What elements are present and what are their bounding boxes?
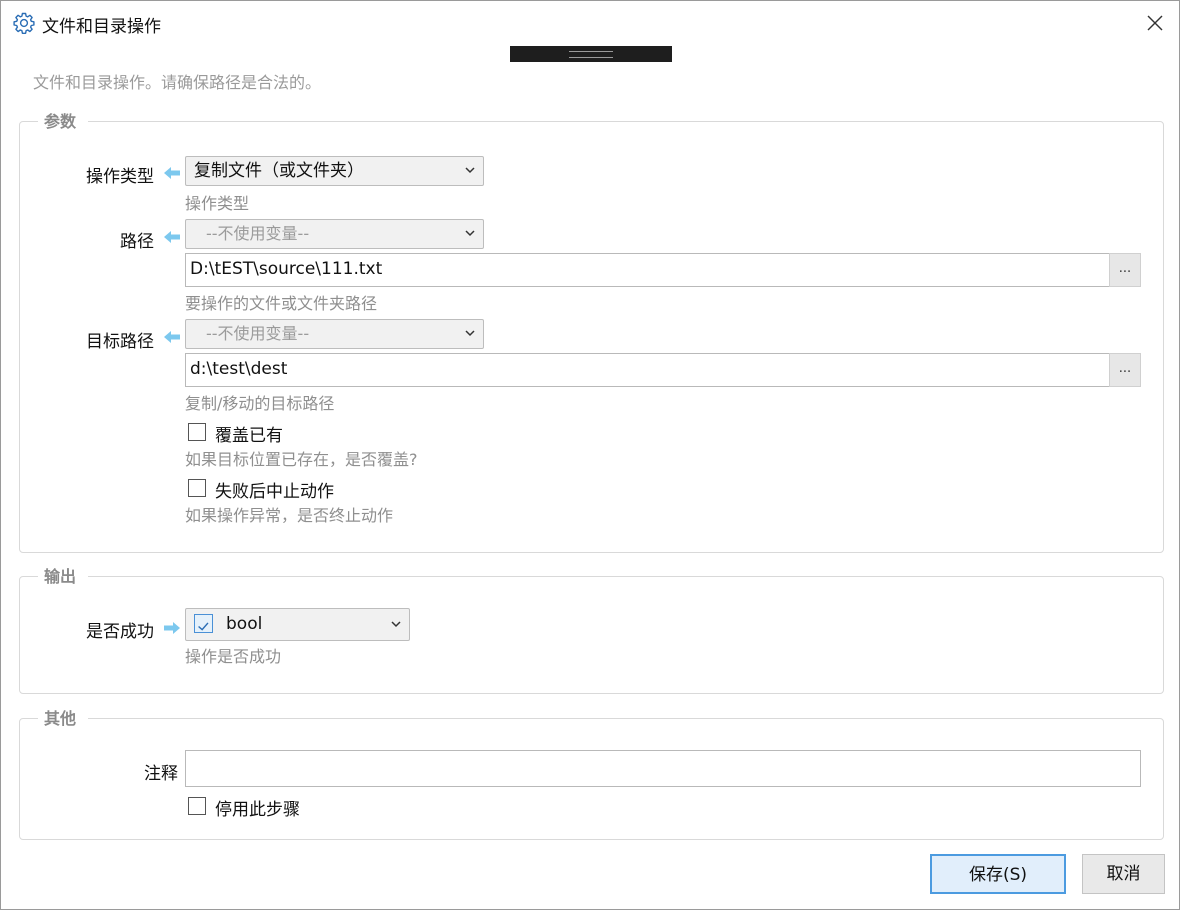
path-browse-button[interactable]: ... — [1109, 253, 1141, 287]
target-path-input[interactable]: d:\test\dest — [185, 353, 1110, 387]
close-icon[interactable] — [1141, 9, 1169, 37]
target-path-browse-button[interactable]: ... — [1109, 353, 1141, 387]
drag-handle[interactable] — [510, 46, 672, 62]
save-button[interactable]: 保存(S) — [930, 854, 1066, 894]
path-variable-select[interactable]: --不使用变量-- — [185, 219, 484, 249]
success-type-value: bool — [226, 614, 263, 634]
target-path-hint: 复制/移动的目标路径 — [185, 394, 335, 413]
output-legend: 输出 — [38, 563, 89, 587]
cancel-button[interactable]: 取消 — [1082, 854, 1165, 894]
abort-on-fail-checkbox[interactable] — [188, 479, 206, 497]
chevron-down-icon — [391, 621, 401, 628]
overwrite-label[interactable]: 覆盖已有 — [215, 421, 283, 446]
operation-type-hint: 操作类型 — [185, 194, 250, 213]
disable-step-checkbox[interactable] — [188, 797, 206, 815]
gear-icon — [13, 12, 35, 34]
disable-step-label[interactable]: 停用此步骤 — [215, 795, 300, 820]
success-label: 是否成功 — [86, 622, 154, 642]
chevron-down-icon — [465, 230, 475, 237]
operation-type-label: 操作类型 — [86, 167, 154, 187]
dialog-window: 文件和目录操作 文件和目录操作。请确保路径是合法的。 参数 操作类型 复制文件（… — [0, 0, 1180, 910]
target-path-variable-value: --不使用变量-- — [206, 324, 310, 343]
chevron-down-icon — [465, 330, 475, 337]
comment-input[interactable] — [185, 750, 1141, 787]
overwrite-checkbox[interactable] — [188, 423, 206, 441]
other-legend: 其他 — [38, 705, 89, 729]
comment-label: 注释 — [144, 764, 178, 784]
target-path-variable-select[interactable]: --不使用变量-- — [185, 319, 484, 349]
success-hint: 操作是否成功 — [185, 647, 282, 666]
path-input[interactable]: D:\tEST\source\111.txt — [185, 253, 1110, 287]
abort-on-fail-label[interactable]: 失败后中止动作 — [215, 477, 334, 502]
dialog-description: 文件和目录操作。请确保路径是合法的。 — [33, 73, 322, 92]
title-bar: 文件和目录操作 — [1, 1, 1179, 45]
left-arrow-icon — [164, 167, 180, 179]
params-legend: 参数 — [38, 108, 89, 132]
checkmark-icon — [194, 614, 213, 633]
grip-icon — [569, 51, 613, 58]
chevron-down-icon — [465, 167, 475, 174]
path-hint: 要操作的文件或文件夹路径 — [185, 294, 378, 313]
left-arrow-icon — [164, 331, 180, 343]
operation-type-value: 复制文件（或文件夹） — [194, 161, 364, 181]
left-arrow-icon — [164, 231, 180, 243]
path-label: 路径 — [120, 232, 154, 252]
window-title: 文件和目录操作 — [42, 17, 161, 37]
right-arrow-icon — [164, 622, 180, 634]
path-variable-value: --不使用变量-- — [206, 224, 310, 243]
overwrite-hint: 如果目标位置已存在，是否覆盖? — [185, 450, 418, 469]
target-path-label: 目标路径 — [86, 332, 154, 352]
success-select[interactable]: bool — [185, 608, 410, 641]
abort-on-fail-hint: 如果操作异常，是否终止动作 — [185, 506, 394, 525]
operation-type-select[interactable]: 复制文件（或文件夹） — [185, 156, 484, 186]
